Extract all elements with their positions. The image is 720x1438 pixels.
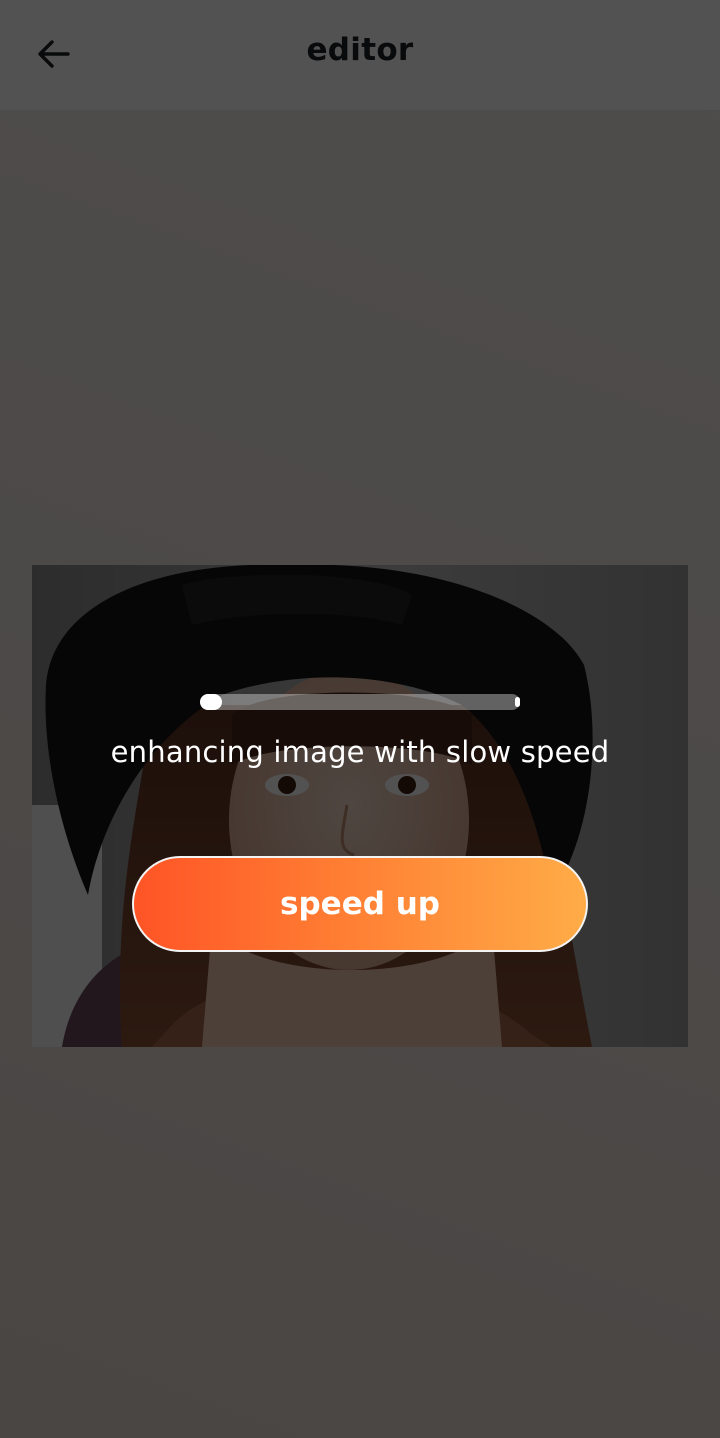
progress-end-marker xyxy=(515,697,520,707)
status-text: enhancing image with slow speed xyxy=(110,735,610,769)
progress-bar xyxy=(200,694,520,710)
progress-fill xyxy=(200,694,222,710)
speed-up-button[interactable]: speed up xyxy=(132,856,588,952)
loading-overlay xyxy=(0,0,720,1438)
